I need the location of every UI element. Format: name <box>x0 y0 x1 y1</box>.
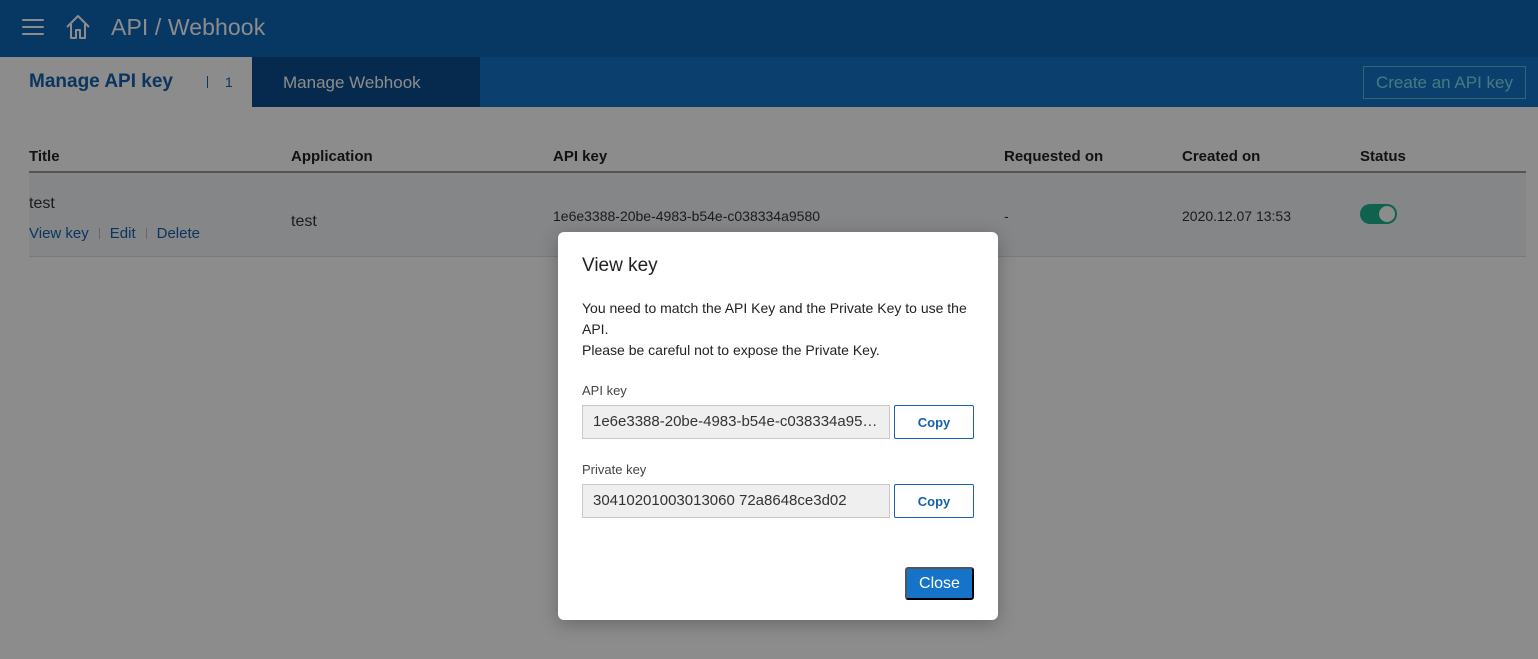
copy-private-key-button[interactable]: Copy <box>894 484 974 518</box>
dialog-description-line2: Please be careful not to expose the Priv… <box>582 342 880 358</box>
api-key-field[interactable]: 1e6e3388-20be-4983-b54e-c038334a9580 <box>582 405 890 439</box>
dialog-description: You need to match the API Key and the Pr… <box>582 298 977 361</box>
private-key-field[interactable]: 30410201003013060 72a8648ce3d02 <box>582 484 890 518</box>
dialog-description-line1: You need to match the API Key and the Pr… <box>582 300 967 337</box>
copy-api-key-button[interactable]: Copy <box>894 405 974 439</box>
close-button[interactable]: Close <box>905 567 974 600</box>
private-key-label: Private key <box>582 462 647 477</box>
dialog-title: View key <box>582 255 658 276</box>
api-key-label: API key <box>582 383 627 398</box>
app-root: API / Webhook Manage API key 1 Manage We… <box>0 0 1538 659</box>
view-key-dialog: View key You need to match the API Key a… <box>558 232 998 620</box>
